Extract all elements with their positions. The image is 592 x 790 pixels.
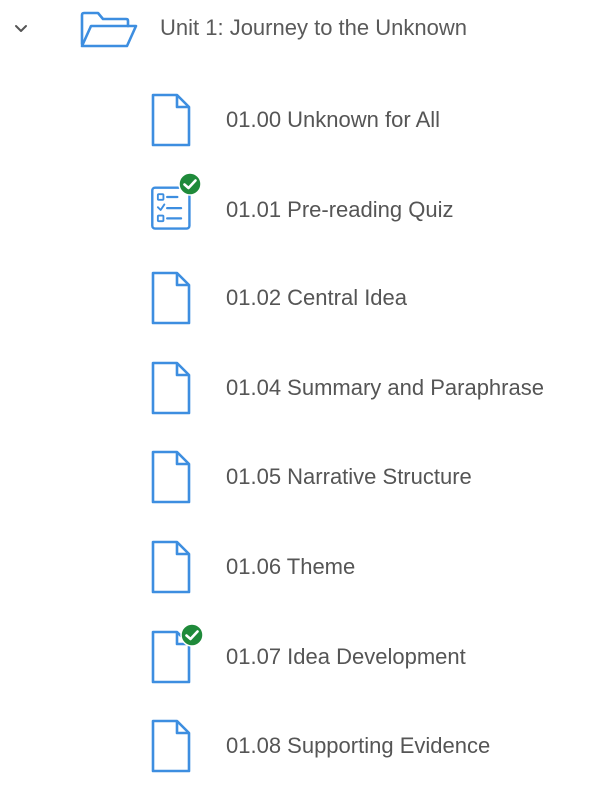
lesson-item-01-08[interactable]: 01.08 Supporting Evidence — [140, 718, 592, 790]
lesson-item-01-06[interactable]: 01.06 Theme — [140, 539, 592, 611]
document-icon — [151, 540, 191, 594]
document-icon — [151, 719, 191, 773]
lesson-label: 01.01 Pre-reading Quiz — [226, 197, 454, 222]
unit-row[interactable]: Unit 1: Journey to the Unknown — [0, 0, 592, 58]
completed-check-icon — [178, 172, 202, 196]
lesson-label: 01.06 Theme — [226, 554, 356, 579]
lesson-item-01-07[interactable]: 01.07 Idea Development — [140, 623, 592, 701]
lesson-label: 01.04 Summary and Paraphrase — [226, 375, 544, 400]
lesson-item-01-01[interactable]: 01.01 Pre-reading Quiz — [140, 172, 592, 252]
lesson-item-01-04[interactable]: 01.04 Summary and Paraphrase — [140, 360, 592, 432]
lesson-item-01-00[interactable]: 01.00 Unknown for All — [140, 92, 592, 164]
lesson-label: 01.02 Central Idea — [226, 285, 408, 310]
lesson-label: 01.05 Narrative Structure — [226, 464, 472, 489]
lesson-item-01-05[interactable]: 01.05 Narrative Structure — [140, 449, 592, 521]
folder-open-icon — [80, 11, 138, 48]
chevron-down-icon[interactable] — [12, 20, 30, 38]
document-icon — [151, 450, 191, 504]
document-icon — [151, 93, 191, 147]
lesson-label: 01.08 Supporting Evidence — [226, 733, 491, 758]
document-icon — [151, 361, 191, 415]
completed-check-icon — [180, 623, 204, 647]
unit-title: Unit 1: Journey to the Unknown — [160, 15, 467, 40]
lesson-label: 01.00 Unknown for All — [226, 107, 441, 132]
document-icon — [151, 271, 191, 325]
lesson-item-01-02[interactable]: 01.02 Central Idea — [140, 270, 592, 342]
lesson-label: 01.07 Idea Development — [226, 644, 466, 669]
course-tree: Unit 1: Journey to the Unknown 01.00 Unk… — [0, 0, 592, 773]
